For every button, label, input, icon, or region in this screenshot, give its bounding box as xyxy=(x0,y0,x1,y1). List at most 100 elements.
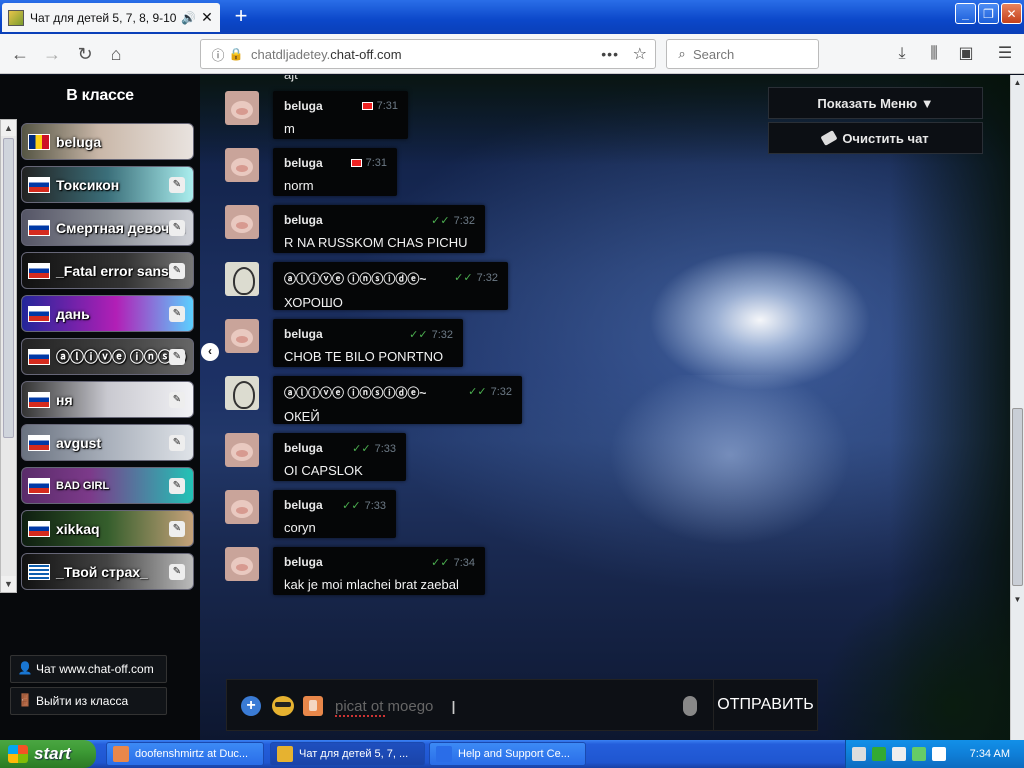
text-cursor-icon: Ι xyxy=(451,698,457,718)
user-avatar[interactable] xyxy=(225,262,259,296)
message-meta: ✓✓ 7:32 xyxy=(468,385,512,398)
page-scroll-down-arrow-icon[interactable]: ▼ xyxy=(1011,592,1024,608)
message-time: 7:32 xyxy=(431,329,453,341)
restore-button[interactable]: ❐ xyxy=(978,3,999,24)
reload-icon[interactable]: ↻ xyxy=(73,42,97,66)
ru-flag-icon xyxy=(28,305,50,322)
clear-chat-button[interactable]: Очистить чат xyxy=(768,122,983,154)
private-message-icon[interactable]: ✎ xyxy=(169,263,185,279)
home-icon[interactable]: ⌂ xyxy=(104,42,128,66)
private-message-icon[interactable]: ✎ xyxy=(169,564,185,580)
message-meta: ✓✓ 7:32 xyxy=(431,214,475,227)
user-avatar[interactable] xyxy=(225,148,259,182)
palm-bottom-decoration xyxy=(820,575,1010,740)
page-actions-icon[interactable]: ••• xyxy=(601,46,619,62)
taskbar-item[interactable]: doofenshmirtz at Duc... xyxy=(106,742,264,766)
leave-class-link[interactable]: 🚪 Выйти из класса xyxy=(10,687,167,715)
ro-flag-icon xyxy=(28,133,50,150)
download-icon[interactable]: ⤓ xyxy=(890,42,914,66)
user-avatar[interactable] xyxy=(225,91,259,125)
user-avatar[interactable] xyxy=(225,490,259,524)
private-message-icon[interactable]: ✎ xyxy=(169,177,185,193)
insecure-lock-icon[interactable]: 🔒 xyxy=(227,47,245,61)
user-list-item[interactable]: BAD GIRL ✎ xyxy=(21,467,194,504)
show-menu-button[interactable]: Показать Меню ▼ xyxy=(768,87,983,119)
shield-icon[interactable] xyxy=(872,747,886,761)
sidebar-scrollbar[interactable]: ▲ ▼ xyxy=(0,119,17,593)
user-list-item[interactable]: ⓐⓛⓘⓥⓔ ⓘⓝⓢⓘ ✎ xyxy=(21,338,194,375)
taskbar-item[interactable]: Help and Support Ce... xyxy=(429,742,586,766)
user-list-item[interactable]: xikkaq ✎ xyxy=(21,510,194,547)
user-list-item[interactable]: beluga xyxy=(21,123,194,160)
minimize-button[interactable]: _ xyxy=(955,3,976,24)
page-scroll-up-arrow-icon[interactable]: ▲ xyxy=(1011,75,1024,91)
user-name: avgust xyxy=(56,434,102,451)
search-icon: ⌕ xyxy=(678,46,686,61)
user-avatar[interactable] xyxy=(225,547,259,581)
envelope-icon xyxy=(350,159,362,168)
taskbar-item[interactable]: Чат для детей 5, 7, ... xyxy=(270,742,425,766)
user-name: xikkaq xyxy=(56,520,100,537)
message-meta: 7:31 xyxy=(361,100,398,112)
sidebar-toggle-icon[interactable]: ▣ xyxy=(954,42,978,66)
sticker-icon[interactable] xyxy=(303,696,323,716)
page-scrollbar[interactable]: ▲ ▼ xyxy=(1010,75,1024,740)
user-avatar[interactable] xyxy=(225,376,259,410)
private-message-icon[interactable]: ✎ xyxy=(169,220,185,236)
close-window-button[interactable]: ✕ xyxy=(1001,3,1022,24)
message-input[interactable] xyxy=(335,694,675,718)
url-bar[interactable]: ⓘ 🔒 chatdljadetey. chat-off.com ••• ☆ xyxy=(200,39,656,69)
user-list-item[interactable]: ня ✎ xyxy=(21,381,194,418)
user-avatar[interactable] xyxy=(225,205,259,239)
volume-icon[interactable] xyxy=(932,747,946,761)
start-button[interactable]: start xyxy=(0,740,96,768)
speaker-icon[interactable]: 🔊 xyxy=(181,11,196,25)
chat-site-link[interactable]: 👤 Чат www.chat-off.com xyxy=(10,655,167,683)
user-list-item[interactable]: _Fatal error sans_ ✎ xyxy=(21,252,194,289)
user-list-item[interactable]: avgust ✎ xyxy=(21,424,194,461)
back-arrow-icon[interactable]: ← xyxy=(8,42,32,66)
moon-reflection-decoration xyxy=(600,375,860,575)
ru-flag-icon xyxy=(28,520,50,537)
user-avatar[interactable] xyxy=(225,319,259,353)
user-name: _Fatal error sans_ xyxy=(56,262,177,279)
scroll-up-arrow-icon[interactable]: ▲ xyxy=(1,120,16,136)
scroll-down-arrow-icon[interactable]: ▼ xyxy=(1,576,16,592)
private-message-icon[interactable]: ✎ xyxy=(169,521,185,537)
emoji-sunglasses-icon[interactable] xyxy=(272,696,294,716)
network-icon[interactable] xyxy=(892,747,906,761)
private-message-icon[interactable]: ✎ xyxy=(169,306,185,322)
user-list-item[interactable]: дань ✎ xyxy=(21,295,194,332)
message-text: ОКЕЙ xyxy=(284,409,320,424)
safely-remove-icon[interactable] xyxy=(912,747,926,761)
user-name: _Твой страх_ xyxy=(56,563,148,580)
browser-tab[interactable]: Чат для детей 5, 7, 8, 9-10, 🔊 ✕ xyxy=(2,3,220,32)
forward-arrow-icon[interactable]: → xyxy=(40,42,64,66)
search-bar[interactable]: ⌕ Search xyxy=(666,39,819,69)
new-tab-plus-icon[interactable]: + xyxy=(228,5,254,29)
sidebar-scroll-thumb[interactable] xyxy=(3,138,14,438)
send-button[interactable]: ОТПРАВИТЬ xyxy=(713,679,818,731)
private-message-icon[interactable]: ✎ xyxy=(169,349,185,365)
library-icon[interactable]: ⫼ xyxy=(922,42,946,66)
message-bubble: beluga ✓✓ 7:32 R NA RUSSKOM CHAS PICHU xyxy=(273,205,485,253)
hamburger-menu-icon[interactable]: ☰ xyxy=(993,42,1017,66)
user-list-item[interactable]: Токсикон ✎ xyxy=(21,166,194,203)
bookmark-star-icon[interactable]: ☆ xyxy=(633,44,647,64)
private-message-icon[interactable]: ✎ xyxy=(169,392,185,408)
page-scroll-thumb[interactable] xyxy=(1012,408,1023,586)
info-icon[interactable]: ⓘ xyxy=(209,45,227,64)
close-tab-icon[interactable]: ✕ xyxy=(200,9,214,26)
keyboard-icon[interactable] xyxy=(852,747,866,761)
user-list-item[interactable]: _Твой страх_ ✎ xyxy=(21,553,194,590)
user-list-item[interactable]: Смертная девочка ✎ xyxy=(21,209,194,246)
private-message-icon[interactable]: ✎ xyxy=(169,478,185,494)
user-avatar[interactable] xyxy=(225,433,259,467)
message-time: 7:31 xyxy=(376,100,398,112)
private-message-icon[interactable]: ✎ xyxy=(169,435,185,451)
collapse-sidebar-chevron-icon[interactable]: ‹ xyxy=(201,343,219,361)
attach-plus-icon[interactable]: + xyxy=(241,696,261,716)
app-icon xyxy=(277,746,293,762)
microphone-icon[interactable] xyxy=(683,696,697,716)
start-label: start xyxy=(34,744,71,763)
